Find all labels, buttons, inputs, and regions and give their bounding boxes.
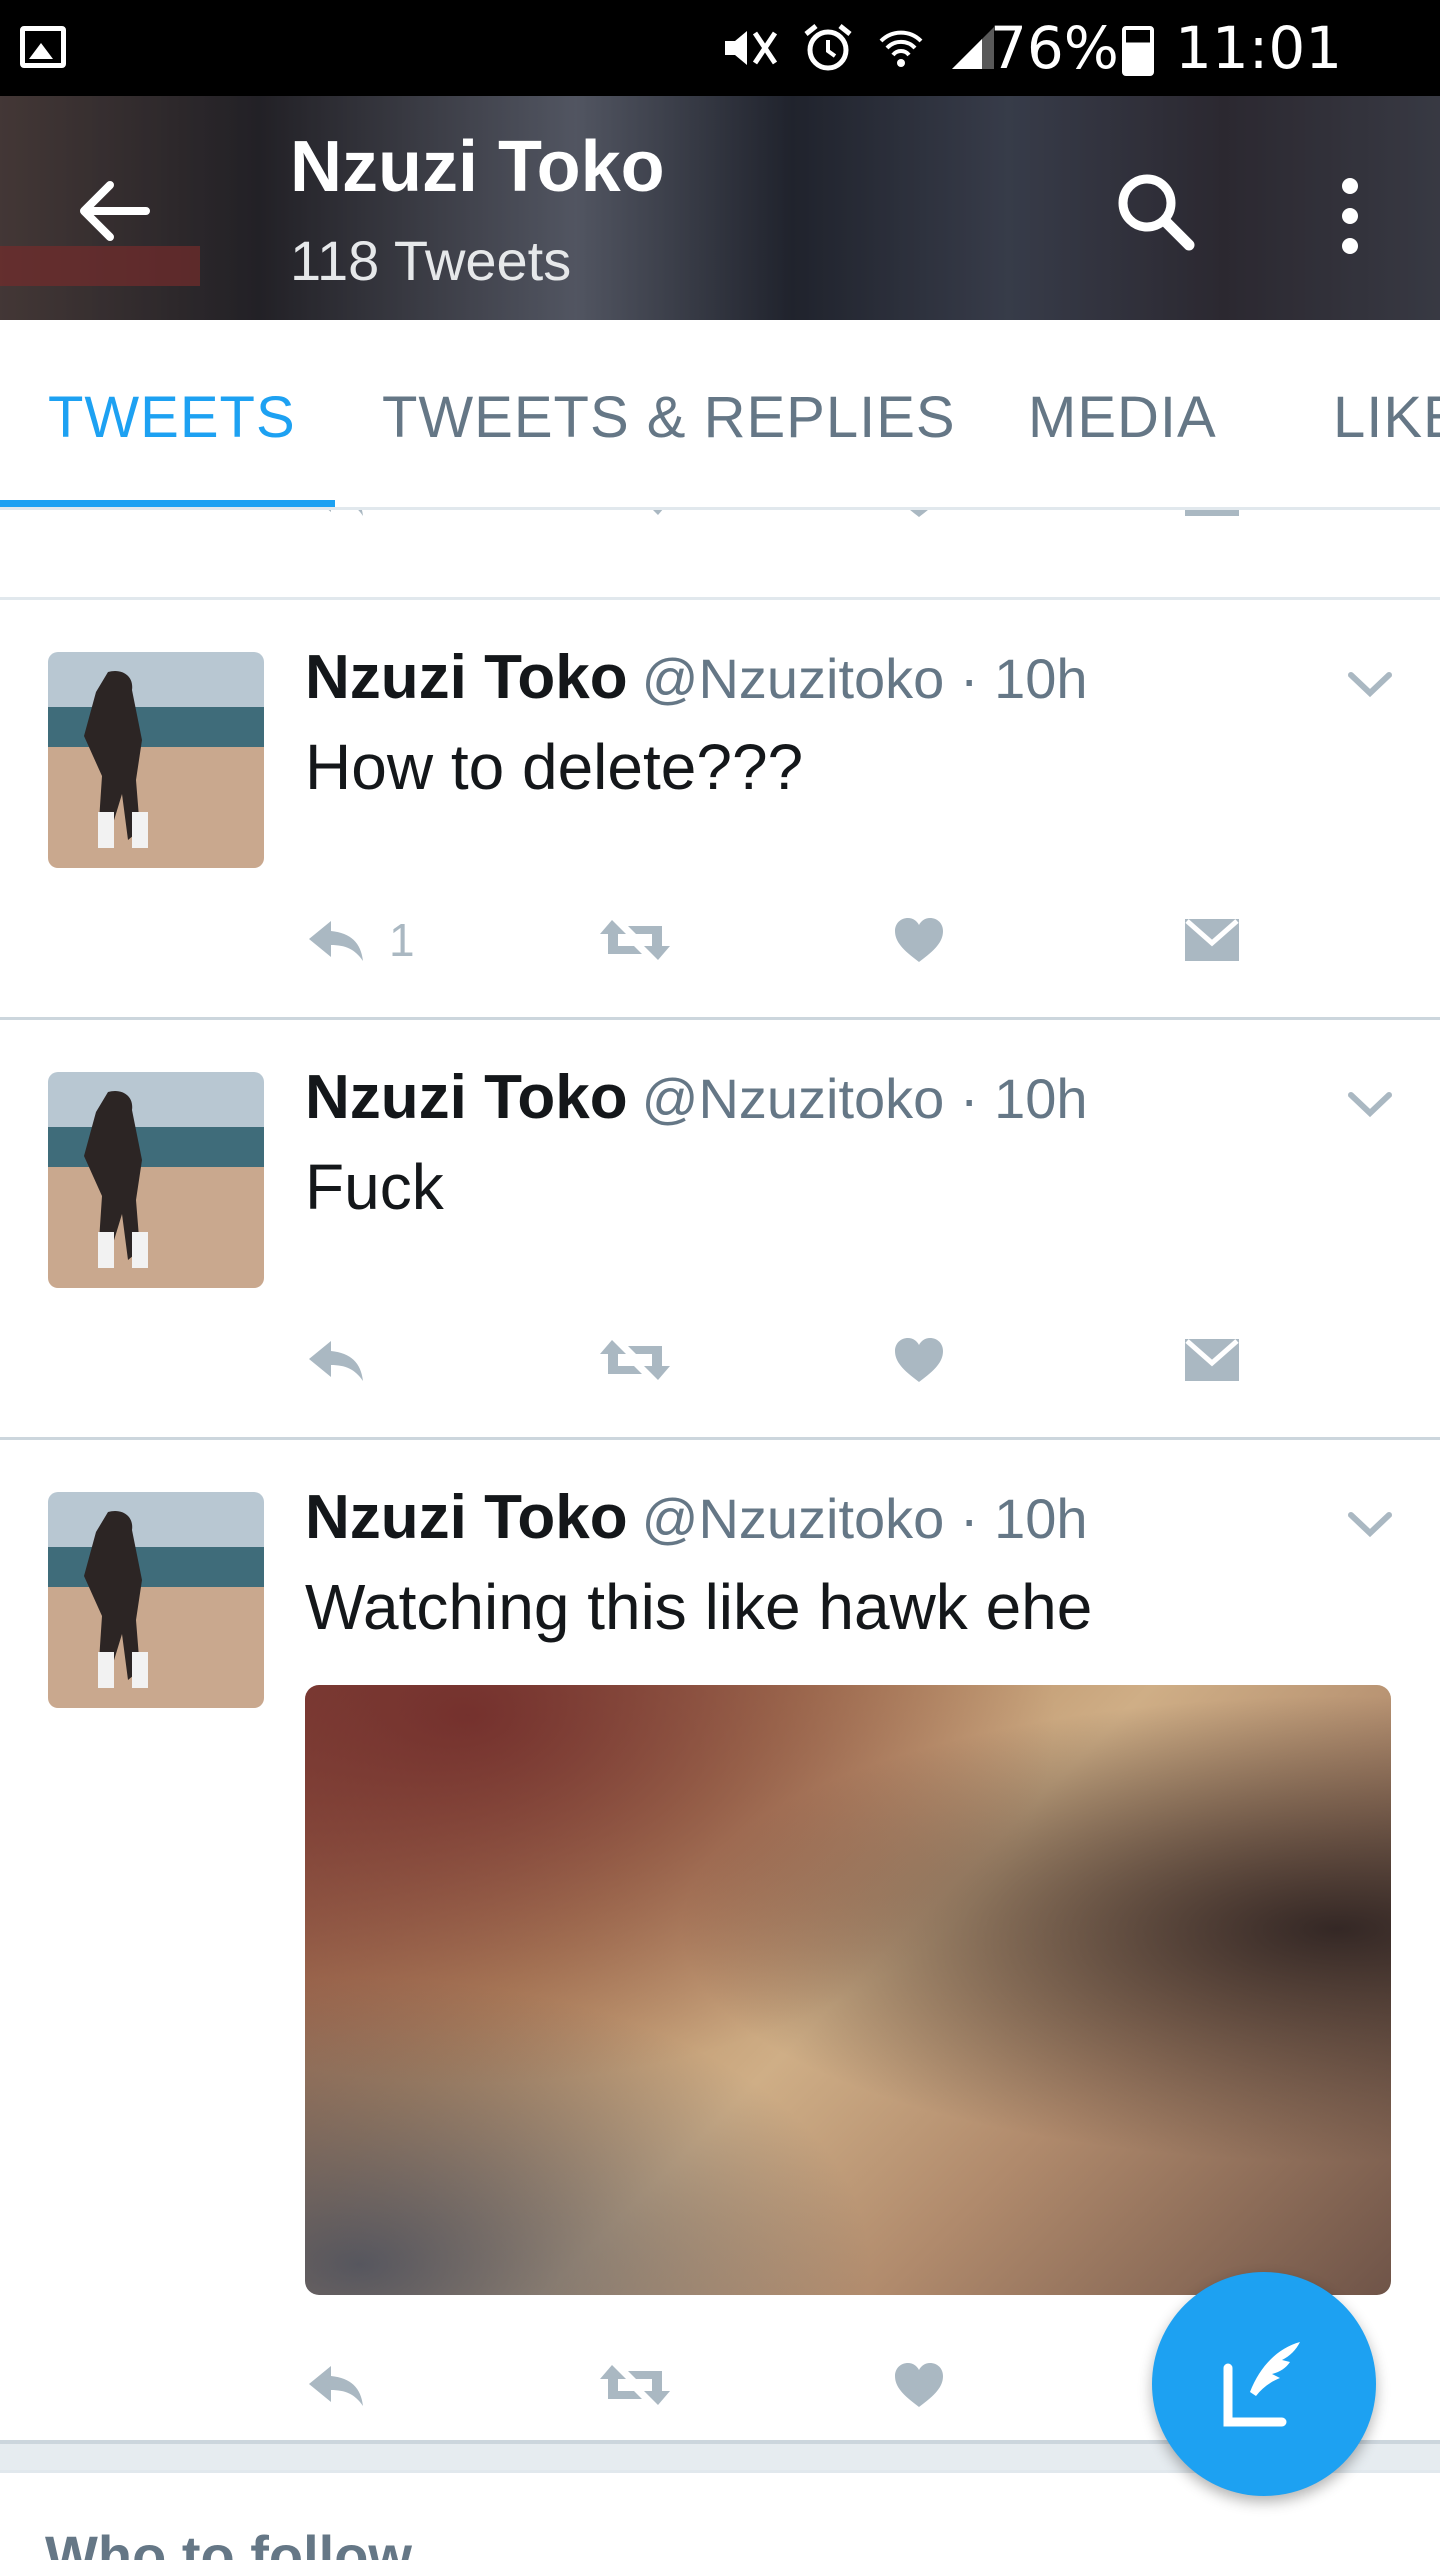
tab-tweets-replies[interactable]: TWEETS & REPLIES (382, 384, 956, 451)
status-icons (720, 20, 998, 76)
tweet-meta: @Nzuzitoko · 10h (641, 647, 1088, 710)
alarm-icon (804, 24, 852, 71)
tweet-media-image[interactable] (305, 1685, 1391, 2295)
heart-icon (910, 510, 928, 517)
tweet-text: How to delete??? (305, 731, 804, 803)
profile-tabs: TWEETS TWEETS & REPLIES MEDIA LIKES (0, 320, 1440, 510)
retweet-button[interactable] (598, 895, 672, 985)
heart-icon (895, 2363, 943, 2407)
mute-icon (725, 31, 778, 65)
tweet-text: Fuck (305, 1151, 444, 1223)
tweet-author-name[interactable]: Nzuzi Toko (305, 1483, 628, 1552)
tweet-author-name[interactable]: Nzuzi Toko (305, 1063, 628, 1132)
tweet[interactable]: Nzuzi Toko @Nzuzitoko · 10h How to delete… (0, 600, 1440, 1020)
tweet-meta: @Nzuzitoko · 10h (641, 1067, 1088, 1130)
chevron-down-icon[interactable] (1345, 1505, 1395, 1545)
tweet-header: Nzuzi Toko @Nzuzitoko · 10h (305, 642, 1088, 713)
tweet-header: Nzuzi Toko @Nzuzitoko · 10h (305, 1062, 1088, 1133)
dm-button[interactable] (1183, 1315, 1241, 1405)
tweet[interactable]: Nzuzi Toko @Nzuzitoko · 10h Fuck (0, 1020, 1440, 1440)
reply-count: 1 (389, 914, 415, 966)
retweet-icon (653, 510, 663, 515)
tweet-meta: @Nzuzitoko · 10h (641, 1487, 1088, 1550)
heart-icon (895, 1338, 943, 1382)
tweet-actions (0, 1315, 1440, 1405)
like-button[interactable] (893, 510, 945, 540)
retweet-icon (600, 1340, 670, 1380)
reply-icon (309, 1341, 363, 1381)
like-button[interactable] (893, 1315, 945, 1405)
like-button[interactable] (893, 895, 945, 985)
arrow-left-icon[interactable] (68, 166, 158, 256)
heart-icon (895, 918, 943, 962)
reply-button[interactable] (305, 1315, 367, 1405)
more-vertical-icon[interactable] (1320, 166, 1380, 266)
tweet-author-name[interactable]: Nzuzi Toko (305, 643, 628, 712)
previous-tweet-actions (0, 510, 1440, 600)
compose-icon (1223, 2342, 1300, 2427)
dm-button[interactable] (1183, 895, 1241, 985)
tab-likes[interactable]: LIKES (1333, 384, 1440, 451)
search-icon[interactable] (1105, 161, 1205, 261)
envelope-icon (1185, 510, 1239, 516)
avatar[interactable] (48, 1072, 264, 1288)
tweet-actions: 1 (0, 895, 1440, 985)
reply-icon (309, 921, 363, 961)
retweet-button[interactable] (598, 2340, 672, 2430)
chevron-down-icon[interactable] (1345, 665, 1395, 705)
tab-tweets[interactable]: TWEETS (48, 384, 296, 451)
reply-button[interactable]: 1 (305, 895, 415, 985)
tweet-header: Nzuzi Toko @Nzuzitoko · 10h (305, 1482, 1088, 1553)
dm-button[interactable] (1183, 510, 1241, 540)
retweet-button[interactable] (598, 510, 672, 540)
active-tab-indicator (0, 500, 335, 507)
reply-icon (328, 510, 363, 516)
like-button[interactable] (893, 2340, 945, 2430)
reply-button[interactable] (305, 510, 367, 540)
retweet-icon (600, 920, 670, 960)
retweet-button[interactable] (598, 1315, 672, 1405)
wifi-icon (879, 30, 923, 67)
battery-percent: 76% (990, 14, 1119, 82)
retweet-icon (600, 2365, 670, 2405)
tab-media[interactable]: MEDIA (1028, 384, 1217, 451)
tweet-text: Watching this like hawk ehe (305, 1571, 1093, 1643)
envelope-icon (1185, 919, 1239, 961)
tweet-count: 118 Tweets (290, 229, 572, 292)
avatar[interactable] (48, 652, 264, 868)
who-to-follow-title: Who to follow (45, 2524, 412, 2560)
reply-icon (309, 2366, 363, 2406)
gallery-notification-icon (20, 26, 66, 68)
envelope-icon (1185, 1339, 1239, 1381)
battery-icon (1122, 26, 1154, 76)
chevron-down-icon[interactable] (1345, 1085, 1395, 1125)
profile-name: Nzuzi Toko (290, 127, 665, 207)
profile-header: Nzuzi Toko 118 Tweets (0, 96, 1440, 320)
compose-tweet-button[interactable] (1152, 2272, 1376, 2496)
reply-button[interactable] (305, 2340, 367, 2430)
status-bar: 76% 11:01 am (0, 0, 1440, 150)
avatar[interactable] (48, 1492, 264, 1708)
